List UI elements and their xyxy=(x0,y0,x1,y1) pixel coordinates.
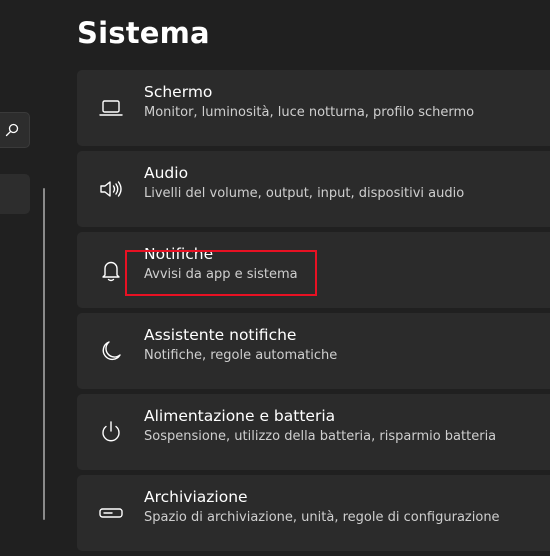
storage-icon xyxy=(97,499,125,527)
setting-subtitle: Sospensione, utilizzo della batteria, ri… xyxy=(144,429,497,444)
setting-subtitle: Notifiche, regole automatiche xyxy=(144,348,338,363)
setting-title: Alimentazione e batteria xyxy=(144,407,336,425)
power-icon xyxy=(97,418,125,446)
bell-icon xyxy=(97,256,125,284)
setting-title: Notifiche xyxy=(144,245,214,263)
setting-focus-assist[interactable]: Assistente notifiche Notifiche, regole a… xyxy=(77,313,550,389)
setting-audio[interactable]: Audio Livelli del volume, output, input,… xyxy=(77,151,550,227)
setting-subtitle: Avvisi da app e sistema xyxy=(144,267,298,282)
setting-subtitle: Livelli del volume, output, input, dispo… xyxy=(144,186,465,201)
nav-scrollbar[interactable] xyxy=(43,188,45,520)
setting-title: Audio xyxy=(144,164,189,182)
navigation-pane xyxy=(0,0,60,520)
setting-screen[interactable]: Schermo Monitor, luminosità, luce nottur… xyxy=(77,70,550,146)
setting-title: Assistente notifiche xyxy=(144,326,297,344)
nav-item-selected[interactable] xyxy=(0,174,30,214)
setting-title: Schermo xyxy=(144,83,213,101)
settings-list: Schermo Monitor, luminosità, luce nottur… xyxy=(77,70,550,556)
monitor-icon xyxy=(97,94,125,122)
setting-notifications[interactable]: Notifiche Avvisi da app e sistema xyxy=(77,232,550,308)
setting-power-battery[interactable]: Alimentazione e batteria Sospensione, ut… xyxy=(77,394,550,470)
moon-icon xyxy=(97,337,125,365)
page-title: Sistema xyxy=(77,16,210,50)
setting-title: Archiviazione xyxy=(144,488,248,506)
speaker-icon xyxy=(97,175,125,203)
setting-storage[interactable]: Archiviazione Spazio di archiviazione, u… xyxy=(77,475,550,551)
setting-subtitle: Monitor, luminosità, luce notturna, prof… xyxy=(144,105,475,120)
search-icon xyxy=(5,123,19,137)
setting-subtitle: Spazio di archiviazione, unità, regole d… xyxy=(144,510,500,525)
search-button[interactable] xyxy=(0,112,30,148)
